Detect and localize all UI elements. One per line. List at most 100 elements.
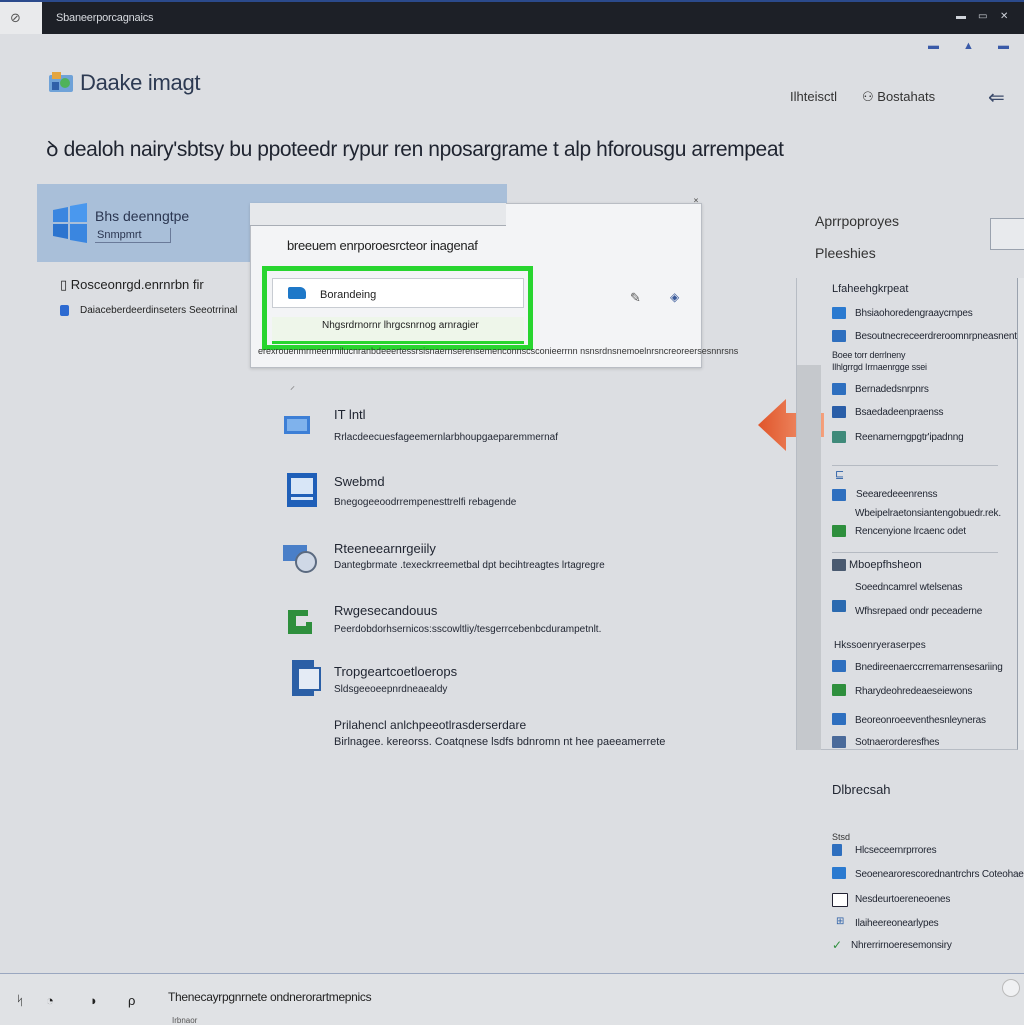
edit-icon[interactable]: ✎ — [630, 290, 641, 306]
right-panel-label: Pleeshies — [815, 245, 876, 261]
mic-icon[interactable]: ᛋ — [16, 993, 24, 1008]
refresh-icon — [288, 610, 312, 634]
monitor-icon — [284, 416, 310, 434]
panel-item[interactable]: Hlcseceernrprrores — [855, 845, 937, 856]
left-list-item-desc: Daiaceberdeerdinseters Seeotrrinal — [80, 305, 238, 316]
panel-divider — [832, 552, 998, 553]
panel-item[interactable]: Beoreonroeeventhesnleyneras — [855, 715, 986, 726]
maximize-button[interactable]: ▭ — [978, 11, 987, 22]
panel-item[interactable]: Bernadedsnrpnrs — [855, 384, 929, 395]
panel-item[interactable]: Bnedireenaerccrremarrensesariing — [855, 662, 1003, 673]
right-panel-label: Aprrpoproyes — [815, 213, 900, 229]
minimize-button[interactable]: ▬ — [956, 11, 966, 22]
shield-icon — [60, 305, 69, 316]
document-icon — [287, 473, 317, 507]
panel-item[interactable]: Seoenearorescorednantrchrs Coteohaee — [855, 869, 1024, 880]
panel-item[interactable]: Wbeipelraetonsiantengobuedr.rek. — [855, 508, 1001, 519]
clipboard-icon — [292, 660, 321, 696]
indicator-dash-icon: ▬ — [998, 40, 1009, 52]
panel-item[interactable]: Nhrerrirnoeresemonsiry — [851, 940, 952, 951]
settings-icon: ⊞ — [836, 916, 845, 927]
panel-item[interactable]: Bhsiaohoredengraaycrnpes — [855, 308, 973, 319]
feature-title[interactable]: Rteeneearnrgeiily — [334, 541, 436, 556]
panel-item[interactable]: Rharydeohredeaeseiewons — [855, 686, 972, 697]
folder-icon — [288, 287, 306, 299]
panel-item[interactable]: Soeedncamrel wtelsenas — [855, 582, 963, 593]
header-link-label: Bostahats — [877, 89, 936, 104]
feature-title[interactable]: Prilahencl anlchpeeotlrasderserdare — [334, 718, 526, 732]
dialog-header — [250, 203, 506, 226]
app-icon — [832, 893, 848, 907]
search-input[interactable] — [990, 218, 1024, 250]
banner-title: Bhs deenngtpe — [95, 208, 190, 224]
panel-item[interactable]: Ilhlgrrgd Irrnaenrgge ssei — [832, 362, 927, 372]
notification-icon[interactable] — [1002, 979, 1020, 997]
page-headline: ꝺ dealoh nairy'sbtsy bu ppoteedr rypur r… — [46, 135, 784, 163]
feature-title[interactable]: Tropgeartcoetloerops — [334, 664, 457, 679]
panel-item[interactable]: Sotnaerorderesfhes — [855, 737, 939, 748]
back-arrow-icon[interactable]: ⇐ — [988, 85, 1005, 110]
dialog-close-icon[interactable]: ˟ — [694, 196, 698, 210]
feature-desc: Sldsgeeoeepnrdneaealdy — [334, 684, 448, 695]
dialog-option-label: Borandeing — [320, 289, 377, 301]
app-icon — [832, 844, 842, 856]
document-icon: ▯ — [60, 277, 71, 292]
left-list-item[interactable]: ▯ Rosceonrgd.enrnrbn fir — [60, 277, 204, 293]
system-menu-button[interactable]: ⊘ — [0, 2, 42, 34]
panel-item[interactable]: Besoutnecreceerdreroomnrpneasnent — [855, 331, 1017, 342]
panel-item[interactable]: Ilaiheereonearlypes — [855, 918, 939, 929]
dialog-status-text: erexrouenmrmeenrnilucnranbdeeertessrsisn… — [258, 346, 739, 356]
feature-title[interactable]: IT lntl — [334, 407, 366, 422]
app-icon — [832, 406, 846, 418]
panel-item[interactable]: Bsaedadeenpraenss — [855, 407, 944, 418]
app-title: Daake imagt — [80, 70, 201, 95]
section-subheader: Stsd — [832, 832, 851, 842]
tag-icon[interactable]: ◈ — [670, 290, 679, 304]
panel-scroll-track[interactable] — [797, 365, 821, 750]
app-icon — [832, 525, 846, 537]
panel-item[interactable]: Reenarnerngpgtr'ipadnng — [855, 432, 964, 443]
feature-title[interactable]: Swebmd — [334, 474, 385, 489]
headset-icon[interactable]: ◗ — [90, 993, 98, 1008]
app-icon — [832, 307, 846, 319]
panel-item[interactable]: Nesdeurtoereneoenes — [855, 894, 950, 905]
search-icon[interactable]: ρ — [128, 993, 135, 1008]
check-icon: ✓ — [832, 938, 843, 952]
left-list-item-label: Rosceonrgd.enrnrbn fir — [70, 277, 204, 292]
status-text: Thenecayrpgnrnete ondnerorartmepnics — [168, 990, 372, 1004]
app-icon — [832, 383, 846, 395]
header-link[interactable]: Ilhteisctl — [790, 89, 837, 104]
dialog-option-row[interactable] — [272, 278, 524, 308]
banner-subtitle: Snmpmrt — [97, 229, 142, 241]
app-icon — [832, 660, 846, 672]
dialog-progress-label: Nhgsrdrnornr lhrgcsnrnog arnragier — [322, 320, 479, 331]
panel-section-header: Hkssoenryeraserpes — [834, 640, 926, 651]
section-header: Dlbrecsah — [832, 782, 891, 797]
panel-item[interactable]: Seearedeeenrenss — [856, 489, 938, 500]
camera-icon[interactable]: ◔ — [46, 993, 54, 1008]
app-icon — [832, 489, 846, 501]
panel-divider — [832, 465, 998, 466]
feature-desc: Rrlacdeecuesfageemernlarbhoupgaeparemmer… — [334, 432, 559, 443]
panel-item[interactable]: Wfhsrepaed ondr peceaderne — [855, 606, 982, 617]
scrollbar[interactable] — [1018, 278, 1024, 750]
indicator-dash-icon: ▬ — [928, 40, 939, 52]
header-link[interactable]: ⚇ Bostahats — [862, 89, 935, 105]
app-icon — [832, 713, 846, 725]
app-icon — [832, 867, 846, 879]
app-icon — [832, 684, 846, 696]
gallery-icon: ⊑ — [835, 469, 845, 481]
panel-item[interactable]: Rencenyione lrcaenc odet — [855, 526, 966, 537]
windows-logo-icon — [53, 203, 87, 243]
power-icon: ⊘ — [10, 10, 21, 25]
app-icon — [832, 559, 846, 571]
panel-item[interactable]: Boee torr derrlneny — [832, 350, 905, 360]
close-button[interactable]: ✕ — [1000, 11, 1008, 22]
feature-desc: Birlnagee. kereorss. Coatqnese lsdfs bdn… — [334, 736, 666, 748]
caret-icon: ⸝ — [290, 381, 295, 392]
app-logo-icon — [49, 72, 73, 92]
window-title: Sbaneerporcagnaics — [56, 12, 154, 24]
indicator-up-icon: ▲ — [963, 40, 974, 52]
app-icon — [832, 431, 846, 443]
feature-title[interactable]: Rwgesecandouus — [334, 603, 437, 618]
